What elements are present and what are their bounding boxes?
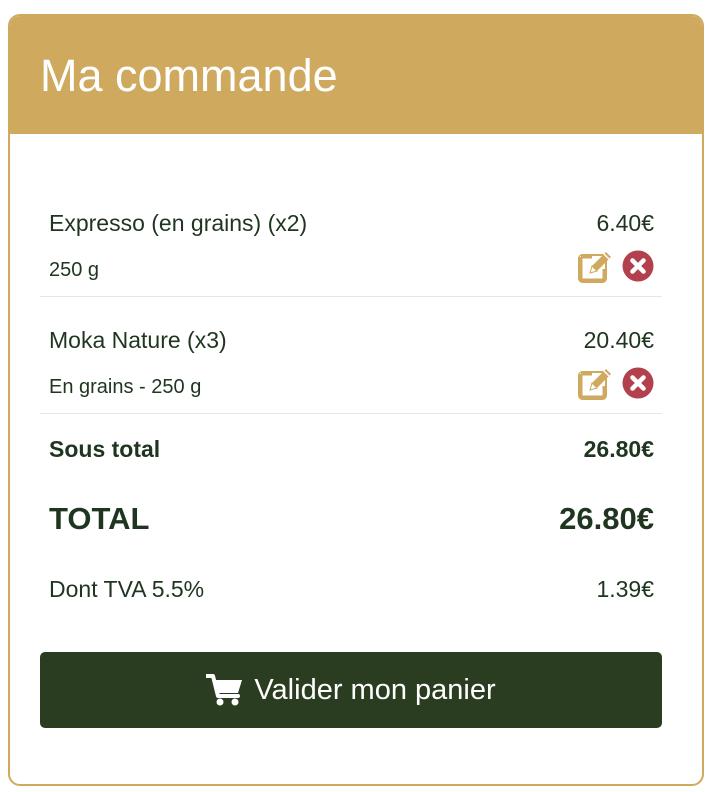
cart-item-price: 20.40€: [583, 326, 654, 353]
subtotal-value: 26.80€: [583, 435, 654, 462]
subtotal-row: Sous total 26.80€: [40, 414, 654, 484]
cart-item-actions: [578, 366, 654, 400]
subtotal-label: Sous total: [49, 435, 161, 462]
remove-circle-icon[interactable]: [622, 250, 654, 282]
cart-item-footer: En grains - 250 g: [40, 361, 654, 413]
remove-circle-icon[interactable]: [622, 367, 654, 399]
cart-item: Moka Nature (x3) 20.40€ En grains - 250 …: [40, 319, 662, 414]
cart-items: Expresso (en grains) (x2) 6.40€ 250 g Mo…: [40, 202, 662, 414]
tva-row: Dont TVA 5.5% 1.39€: [40, 554, 654, 624]
validate-cart-button[interactable]: Valider mon panier: [40, 652, 662, 728]
shopping-cart-icon: [206, 673, 244, 707]
total-value: 26.80€: [559, 501, 654, 536]
total-label: TOTAL: [49, 501, 150, 536]
edit-icon[interactable]: [578, 249, 614, 283]
total-row: TOTAL 26.80€: [40, 484, 654, 554]
validate-cart-label: Valider mon panier: [254, 673, 496, 706]
cart-item-footer: 250 g: [40, 244, 654, 296]
page-title: Ma commande: [40, 50, 338, 101]
cart-item-name: Expresso (en grains) (x2): [49, 209, 308, 236]
cart-item-detail: 250 g: [49, 258, 100, 281]
edit-icon[interactable]: [578, 366, 614, 400]
cart-item-detail: En grains - 250 g: [49, 375, 202, 398]
card-header: Ma commande: [10, 16, 702, 134]
cart-item-price: 6.40€: [596, 209, 654, 236]
tva-label: Dont TVA 5.5%: [49, 575, 205, 602]
cart-item-name: Moka Nature (x3): [49, 326, 227, 353]
cart-item-header: Expresso (en grains) (x2) 6.40€: [40, 202, 654, 244]
cart-item-header: Moka Nature (x3) 20.40€: [40, 319, 654, 361]
cart-item-actions: [578, 249, 654, 283]
tva-value: 1.39€: [596, 575, 654, 602]
cart-item: Expresso (en grains) (x2) 6.40€ 250 g: [40, 202, 662, 297]
card-body: Expresso (en grains) (x2) 6.40€ 250 g Mo…: [10, 202, 702, 728]
order-card: Ma commande Expresso (en grains) (x2) 6.…: [8, 14, 704, 786]
